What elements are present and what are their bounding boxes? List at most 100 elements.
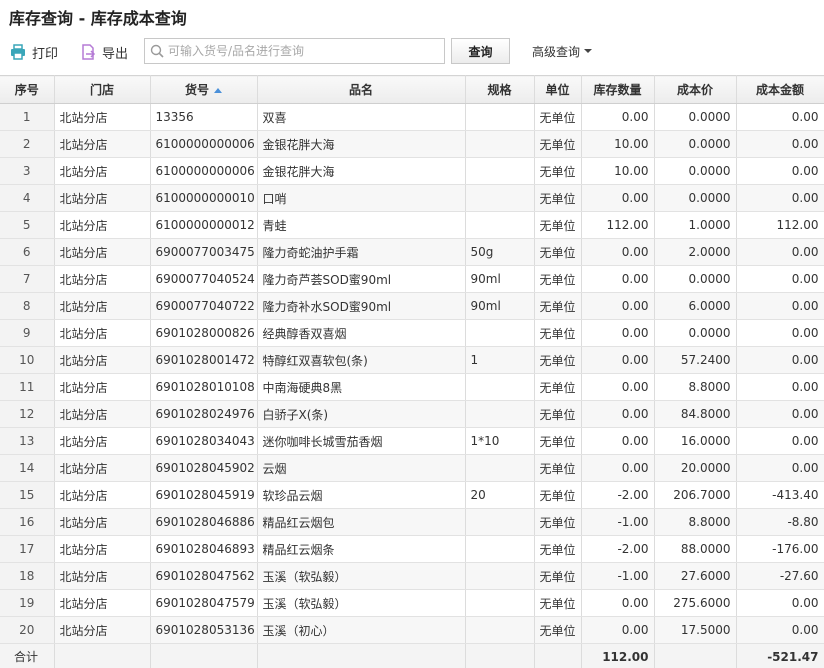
- stock-cost-table: 序号 门店 货号 品名 规格 单位 库存数量 成本价 成本金额 1 北站分店 133…: [0, 75, 824, 668]
- cell-index: 18: [0, 562, 55, 590]
- table-row[interactable]: 9 北站分店 6901028000826 经典醇香双喜烟 无单位 0.00 0.0000 0.…: [0, 319, 824, 347]
- cell-store: 北站分店: [54, 589, 151, 617]
- cell-product-name: 中南海硬典8黑: [257, 373, 466, 401]
- table-row[interactable]: 17 北站分店 6901028046893 精品红云烟条 无单位 -2.00 88.0000…: [0, 535, 824, 563]
- cell-cost-amount: 0.00: [736, 130, 824, 158]
- cell-store: 北站分店: [54, 103, 151, 131]
- footer-total-qty: 112.00: [581, 643, 655, 668]
- table-row[interactable]: 14 北站分店 6901028045902 云烟 无单位 0.00 20.0000 0.00: [0, 454, 824, 482]
- table-row[interactable]: 11 北站分店 6901028010108 中南海硬典8黑 无单位 0.00 8.8000 0…: [0, 373, 824, 401]
- cell-index: 20: [0, 616, 55, 644]
- cell-stock-qty: 0.00: [581, 184, 655, 212]
- query-button[interactable]: 查询: [451, 38, 510, 64]
- col-header-spec[interactable]: 规格: [465, 75, 535, 104]
- cell-sku: 6900077040722: [150, 292, 258, 320]
- cell-spec: [465, 184, 535, 212]
- cell-store: 北站分店: [54, 508, 151, 536]
- table-row[interactable]: 16 北站分店 6901028046886 精品红云烟包 无单位 -1.00 8.8000-…: [0, 508, 824, 536]
- cell-spec: 20: [465, 481, 535, 509]
- cell-cost-price: 0.0000: [654, 184, 737, 212]
- cell-cost-price: 0.0000: [654, 265, 737, 293]
- table-row[interactable]: 4 北站分店 6100000000010 口哨 无单位 0.00 0.0000 0.00: [0, 184, 824, 212]
- cell-product-name: 金银花胖大海: [257, 130, 466, 158]
- export-button[interactable]: 导出: [80, 40, 128, 64]
- cell-cost-price: 0.0000: [654, 130, 737, 158]
- cell-stock-qty: 0.00: [581, 346, 655, 374]
- table-row[interactable]: 7 北站分店 6900077040524 隆力奇芦荟SOD蜜90ml 90ml 无单位 0.…: [0, 265, 824, 293]
- cell-stock-qty: 0.00: [581, 616, 655, 644]
- footer-cell: [150, 643, 258, 668]
- table-row[interactable]: 10 北站分店 6901028001472 特醇红双喜软包(条) 1 无单位 0.00 57.…: [0, 346, 824, 374]
- cell-stock-qty: 0.00: [581, 427, 655, 455]
- cell-store: 北站分店: [54, 292, 151, 320]
- table-row[interactable]: 19 北站分店 6901028047579 玉溪（软弘毅） 无单位 0.00 275.600…: [0, 589, 824, 617]
- cell-unit: 无单位: [534, 346, 582, 374]
- cell-unit: 无单位: [534, 481, 582, 509]
- cell-cost-amount: -27.60: [736, 562, 824, 590]
- cell-index: 11: [0, 373, 55, 401]
- cell-spec: [465, 589, 535, 617]
- col-header-stock-qty[interactable]: 库存数量: [581, 75, 655, 104]
- table-row[interactable]: 2 北站分店 6100000000006 金银花胖大海 无单位 10.00 0.0000 0.…: [0, 130, 824, 158]
- cell-product-name: 玉溪（软弘毅）: [257, 589, 466, 617]
- col-header-unit[interactable]: 单位: [534, 75, 582, 104]
- print-button[interactable]: 打印: [10, 40, 58, 64]
- cell-spec: [465, 535, 535, 563]
- cell-cost-price: 8.8000: [654, 508, 737, 536]
- cell-spec: [465, 130, 535, 158]
- col-header-index[interactable]: 序号: [0, 75, 55, 104]
- cell-sku: 6100000000012: [150, 211, 258, 239]
- advanced-query-button[interactable]: 高级查询: [532, 40, 593, 62]
- search-input[interactable]: [168, 40, 438, 62]
- col-header-cost-price[interactable]: 成本价: [654, 75, 737, 104]
- col-header-product-name[interactable]: 品名: [257, 75, 466, 104]
- cell-cost-price: 206.7000: [654, 481, 737, 509]
- cell-cost-amount: 0.00: [736, 373, 824, 401]
- table-row[interactable]: 15 北站分店 6901028045919 软珍品云烟 20 无单位 -2.00 206.70…: [0, 481, 824, 509]
- cell-unit: 无单位: [534, 265, 582, 293]
- cell-spec: [465, 562, 535, 590]
- cell-store: 北站分店: [54, 427, 151, 455]
- table-row[interactable]: 3 北站分店 6100000000006 金银花胖大海 无单位 10.00 0.0000 0.…: [0, 157, 824, 185]
- cell-cost-amount: 0.00: [736, 589, 824, 617]
- cell-store: 北站分店: [54, 562, 151, 590]
- col-header-cost-amount[interactable]: 成本金额: [736, 75, 824, 104]
- cell-cost-amount: 0.00: [736, 184, 824, 212]
- cell-product-name: 经典醇香双喜烟: [257, 319, 466, 347]
- table-row[interactable]: 1 北站分店 13356 双喜 无单位 0.00 0.0000 0.00: [0, 103, 824, 131]
- table-row[interactable]: 13 北站分店 6901028034043 迷你咖啡长城雪茄香烟 1*10 无单位 0.00…: [0, 427, 824, 455]
- cell-index: 7: [0, 265, 55, 293]
- cell-stock-qty: 0.00: [581, 238, 655, 266]
- col-header-sku-label: 货号: [184, 83, 209, 97]
- cell-store: 北站分店: [54, 130, 151, 158]
- cell-cost-price: 16.0000: [654, 427, 737, 455]
- cell-stock-qty: 0.00: [581, 265, 655, 293]
- cell-sku: 6901028000826: [150, 319, 258, 347]
- cell-stock-qty: 0.00: [581, 589, 655, 617]
- cell-sku: 6901028010108: [150, 373, 258, 401]
- cell-sku: 13356: [150, 103, 258, 131]
- table-row[interactable]: 8 北站分店 6900077040722 隆力奇补水SOD蜜90ml 90ml 无单位 0.…: [0, 292, 824, 320]
- cell-index: 12: [0, 400, 55, 428]
- export-icon: [80, 44, 96, 60]
- col-header-store[interactable]: 门店: [54, 75, 151, 104]
- cell-unit: 无单位: [534, 400, 582, 428]
- footer-label: 合计: [0, 643, 55, 668]
- cell-unit: 无单位: [534, 427, 582, 455]
- table-row[interactable]: 12 北站分店 6901028024976 白骄子X(条) 无单位 0.00 84.8000…: [0, 400, 824, 428]
- table-row[interactable]: 6 北站分店 6900077003475 隆力奇蛇油护手霜 50g 无单位 0.00 2.00…: [0, 238, 824, 266]
- table-row[interactable]: 20 北站分店 6901028053136 玉溪（初心） 无单位 0.00 17.5000 0…: [0, 616, 824, 644]
- cell-stock-qty: -2.00: [581, 481, 655, 509]
- cell-stock-qty: 0.00: [581, 373, 655, 401]
- col-header-sku[interactable]: 货号: [150, 75, 258, 104]
- cell-unit: 无单位: [534, 616, 582, 644]
- table-row[interactable]: 5 北站分店 6100000000012 青蛙 无单位 112.00 1.0000 112.0…: [0, 211, 824, 239]
- table-row[interactable]: 18 北站分店 6901028047562 玉溪（软弘毅） 无单位 -1.00 27.600…: [0, 562, 824, 590]
- cell-unit: 无单位: [534, 589, 582, 617]
- title-bar: 库存查询 - 库存成本查询: [0, 0, 824, 34]
- cell-index: 4: [0, 184, 55, 212]
- cell-product-name: 软珍品云烟: [257, 481, 466, 509]
- printer-icon: [10, 44, 26, 60]
- footer-cell: [654, 643, 737, 668]
- table-footer-row: 合计 112.00 -521.47: [0, 643, 824, 668]
